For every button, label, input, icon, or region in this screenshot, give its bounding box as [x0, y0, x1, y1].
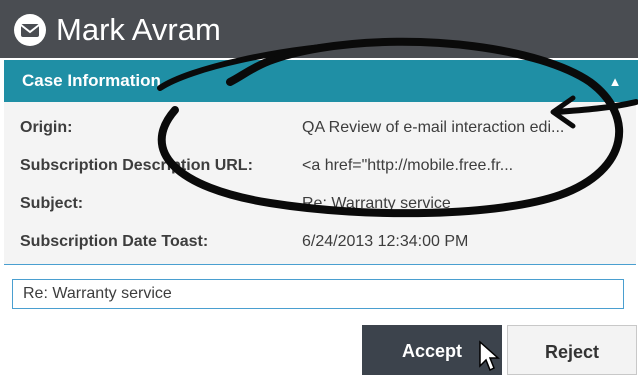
- field-label: Subject:: [20, 195, 84, 212]
- case-information-panel: Origin: QA Review of e-mail interaction …: [4, 102, 636, 265]
- envelope-icon: [14, 14, 46, 46]
- field-value: 6/24/2013 12:34:00 PM: [302, 233, 469, 250]
- field-value: QA Review of e-mail interaction edi...: [302, 119, 565, 136]
- field-value: Re: Warranty service: [302, 195, 451, 212]
- field-label: Origin:: [20, 119, 73, 136]
- window-title: Mark Avram: [56, 12, 221, 47]
- case-information-title: Case Information: [22, 71, 161, 90]
- reject-button[interactable]: Reject: [507, 325, 637, 375]
- field-row-subscription-date: Subscription Date Toast: 6/24/2013 12:34…: [4, 224, 636, 260]
- title-bar: Mark Avram: [0, 0, 638, 58]
- reply-subject-input[interactable]: [12, 279, 624, 309]
- mouse-cursor-icon: [479, 340, 500, 372]
- chevron-up-icon[interactable]: ▲: [604, 70, 626, 92]
- field-row-subject: Subject: Re: Warranty service: [4, 186, 636, 222]
- field-row-subscription-url: Subscription Description URL: <a href="h…: [4, 148, 636, 184]
- case-information-header[interactable]: Case Information ▲: [4, 60, 638, 102]
- field-label: Subscription Description URL:: [20, 157, 253, 174]
- field-row-origin: Origin: QA Review of e-mail interaction …: [4, 110, 636, 146]
- field-label: Subscription Date Toast:: [20, 233, 209, 250]
- field-value: <a href="http://mobile.free.fr...: [302, 157, 514, 174]
